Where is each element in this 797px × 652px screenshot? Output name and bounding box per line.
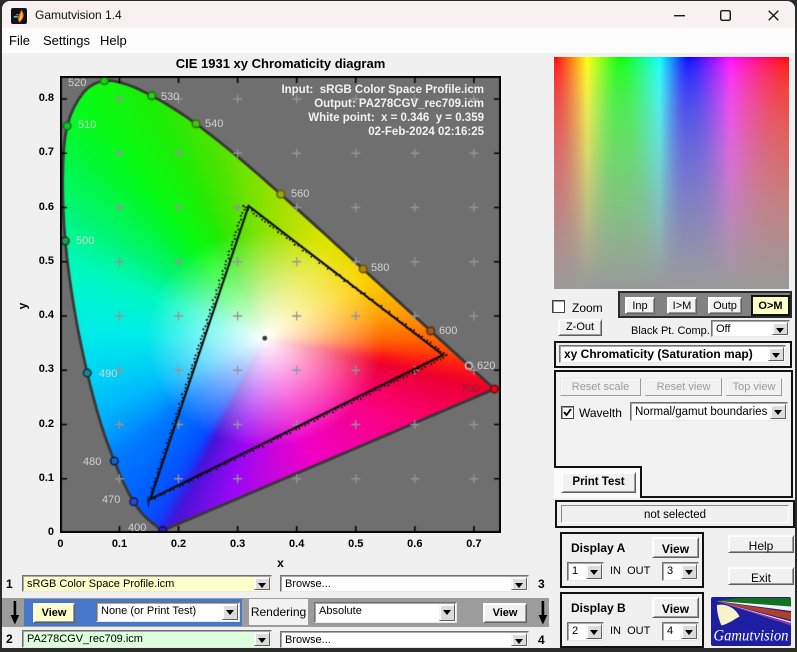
svg-text:Gamutvision: Gamutvision xyxy=(714,628,789,645)
